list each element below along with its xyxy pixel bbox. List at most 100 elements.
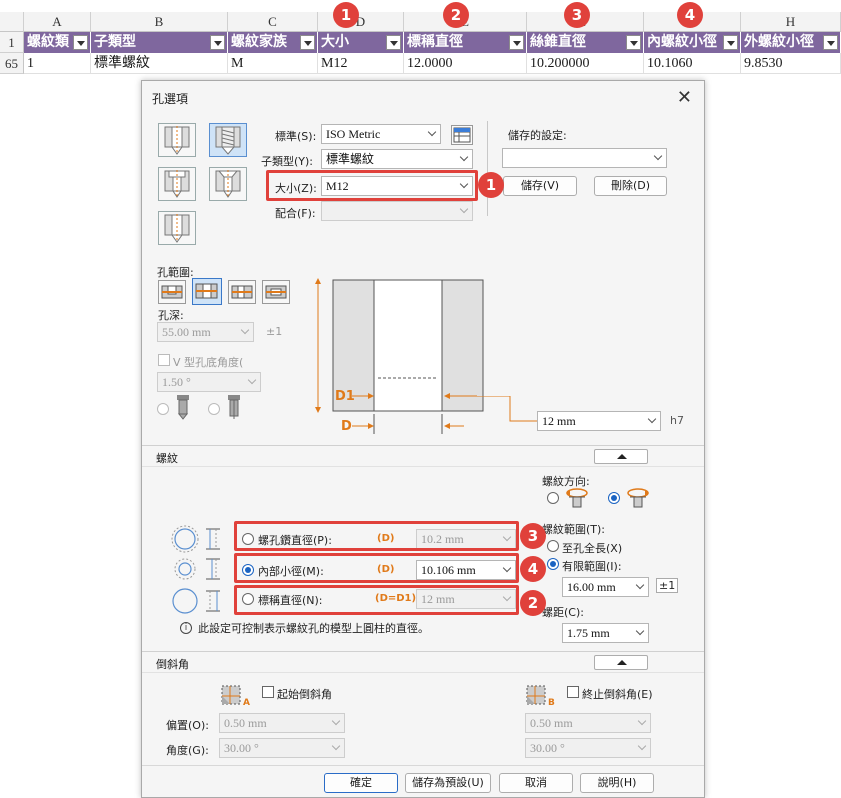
hole-type-countersink-button[interactable] xyxy=(209,167,247,201)
filter-dropdown-icon[interactable] xyxy=(210,35,225,50)
left-hand-radio[interactable] xyxy=(608,492,620,504)
header-cell-tap-drill[interactable]: 絲錐直徑 xyxy=(527,32,644,53)
cell-a65[interactable]: 1 xyxy=(24,53,91,74)
header-cell-size[interactable]: 大小 xyxy=(318,32,404,53)
cell-h65[interactable]: 9.8530 xyxy=(741,53,841,74)
right-hand-radio[interactable] xyxy=(547,492,559,504)
tapped-hole-icon xyxy=(215,126,241,155)
end-chamfer-checkbox[interactable] xyxy=(567,686,579,698)
v-angle-combo[interactable]: 1.50 ° xyxy=(157,372,261,392)
filter-dropdown-icon[interactable] xyxy=(626,35,641,50)
range-blind-button[interactable] xyxy=(158,280,186,304)
filter-dropdown-icon[interactable] xyxy=(300,35,315,50)
header-cell-subtype[interactable]: 子類型 xyxy=(91,32,228,53)
table-icon xyxy=(453,127,471,143)
annotation-badge-nominal: 2 xyxy=(520,590,546,616)
save-as-default-button[interactable]: 儲存為預設(U) xyxy=(405,773,491,793)
hole-depth-label: 孔深: xyxy=(158,309,184,322)
offset-a-combo[interactable]: 0.50 mm xyxy=(219,713,345,733)
header-cell-internal-minor[interactable]: 內螺紋小徑 xyxy=(644,32,741,53)
angle-b-combo[interactable]: 30.00 ° xyxy=(525,738,651,758)
blind-hole-range-icon xyxy=(161,285,183,299)
thread-tolerance-button[interactable]: ±1 xyxy=(656,578,679,593)
tip-angle-radio[interactable] xyxy=(208,403,220,415)
cell-f65[interactable]: 10.200000 xyxy=(527,53,644,74)
header-cell-external-minor[interactable]: 外螺紋小徑 xyxy=(741,32,841,53)
full-length-radio[interactable] xyxy=(547,540,559,552)
countersink-hole-icon xyxy=(215,170,241,198)
close-icon[interactable]: ✕ xyxy=(677,87,692,108)
chevron-down-icon xyxy=(635,626,645,636)
col-header-a[interactable]: A xyxy=(24,12,91,32)
ok-button[interactable]: 確定 xyxy=(324,773,398,793)
col-header-c[interactable]: C xyxy=(228,12,318,32)
cell-e65[interactable]: 12.0000 xyxy=(404,53,527,74)
v-angle-label: V 型孔底角度( xyxy=(173,356,244,369)
cell-c65[interactable]: M xyxy=(228,53,318,74)
through-hole-range-icon xyxy=(195,283,218,299)
hole-depth-combo[interactable]: 55.00 mm xyxy=(157,322,254,342)
sheet-corner[interactable] xyxy=(0,12,24,32)
chevron-down-icon xyxy=(427,127,437,137)
filter-dropdown-icon[interactable] xyxy=(73,35,88,50)
thread-section-header[interactable]: 螺紋 xyxy=(142,445,704,467)
start-chamfer-checkbox[interactable] xyxy=(262,686,274,698)
pitch-combo[interactable]: 1.75 mm xyxy=(562,623,649,643)
angle-a-combo[interactable]: 30.00 ° xyxy=(219,738,345,758)
cancel-button[interactable]: 取消 xyxy=(499,773,573,793)
filter-dropdown-icon[interactable] xyxy=(823,35,838,50)
annotation-badge-size: 1 xyxy=(478,172,504,198)
header-cell-thread-class[interactable]: 螺紋類 xyxy=(24,32,91,53)
standard-combo[interactable]: ISO Metric xyxy=(321,124,441,144)
tolerance-class-label: h7 xyxy=(670,414,684,427)
leader-line xyxy=(477,396,537,422)
standard-table-button[interactable] xyxy=(451,125,473,145)
filter-dropdown-icon[interactable] xyxy=(723,35,738,50)
annotation-badge-internal-minor: 4 xyxy=(520,556,546,582)
cell-g65[interactable]: 10.1060 xyxy=(644,53,741,74)
saved-settings-combo[interactable] xyxy=(502,148,667,168)
filter-dropdown-icon[interactable] xyxy=(386,35,401,50)
header-cell-family[interactable]: 螺紋家族 xyxy=(228,32,318,53)
help-button[interactable]: 說明(H) xyxy=(580,773,654,793)
counterbore-hole-icon xyxy=(164,170,190,198)
save-settings-button[interactable]: 儲存(V) xyxy=(503,176,577,196)
tip-flat-radio[interactable] xyxy=(157,403,169,415)
v-angle-checkbox[interactable] xyxy=(158,354,170,366)
diameter-tolerance-combo[interactable]: 12 mm xyxy=(537,411,661,431)
hole-type-simple-button[interactable] xyxy=(158,123,196,157)
cell-d65[interactable]: M12 xyxy=(318,53,404,74)
range-to-face-button[interactable] xyxy=(228,280,256,304)
finite-range-radio[interactable] xyxy=(547,558,559,570)
row-header-1[interactable]: 1 xyxy=(0,32,24,53)
collapse-chamfer-button[interactable] xyxy=(594,655,648,670)
collapse-thread-button[interactable] xyxy=(594,449,648,464)
header-cell-nominal[interactable]: 標稱直徑 xyxy=(404,32,527,53)
hole-type-tapped-button[interactable] xyxy=(209,123,247,157)
chevron-down-icon xyxy=(331,716,341,726)
hole-type-counterbore-button[interactable] xyxy=(158,167,196,201)
standard-label: 標準(S): xyxy=(275,130,317,143)
subtype-combo[interactable]: 標準螺紋 xyxy=(321,149,473,169)
offset-b-combo[interactable]: 0.50 mm xyxy=(525,713,651,733)
filter-dropdown-icon[interactable] xyxy=(509,35,524,50)
chamfer-section-header[interactable]: 倒斜角 xyxy=(142,651,704,673)
fit-combo[interactable] xyxy=(321,201,473,221)
dialog-titlebar: 孔選項 ✕ xyxy=(142,81,704,113)
hole-options-dialog: 孔選項 ✕ 標準(S): ISO Metric 子類型(Y): 標準螺紋 大小(… xyxy=(141,80,705,798)
col-header-d[interactable]: D xyxy=(318,12,404,32)
range-between-button[interactable] xyxy=(262,280,290,304)
cell-b65[interactable]: 標準螺紋 xyxy=(91,53,228,74)
spreadsheet-strip: A B C D E F G H 1 65 螺紋類 子類型 螺紋家族 大小 標稱直… xyxy=(0,12,841,74)
start-chamfer-label: 起始倒斜角 xyxy=(277,688,332,701)
finite-range-combo[interactable]: 16.00 mm xyxy=(562,577,649,597)
col-header-b[interactable]: B xyxy=(91,12,228,32)
depth-tolerance-button[interactable]: ±1 xyxy=(266,325,282,338)
left-hand-thread-icon xyxy=(627,488,649,508)
delete-settings-button[interactable]: 刪除(D) xyxy=(594,176,667,196)
chevron-down-icon xyxy=(247,375,257,385)
hole-type-spotface-button[interactable] xyxy=(158,211,196,245)
range-through-button[interactable] xyxy=(192,278,222,305)
col-header-h[interactable]: H xyxy=(741,12,841,32)
row-header-65[interactable]: 65 xyxy=(0,53,24,74)
